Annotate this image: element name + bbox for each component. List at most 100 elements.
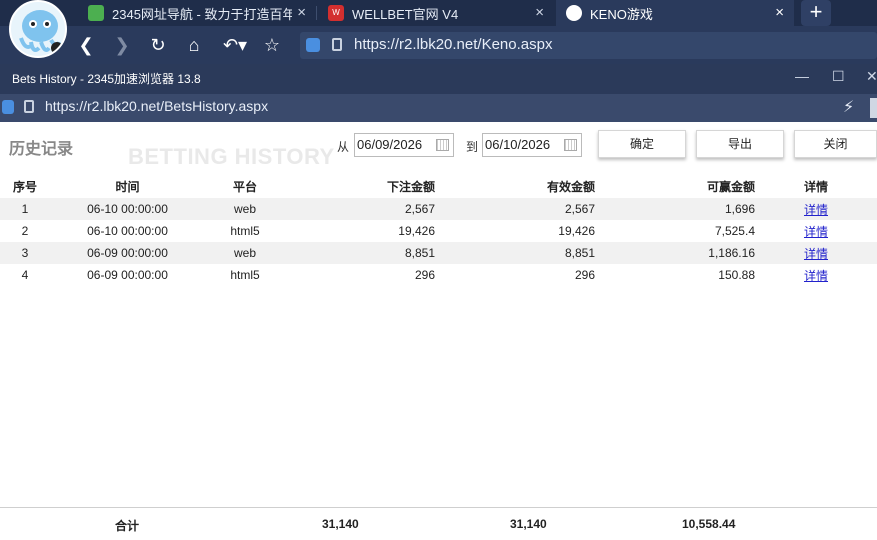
cell-bet-amount: 19,426 [398, 224, 435, 238]
totals-row: 合计 31,140 31,140 10,558.44 [0, 507, 877, 540]
shield-icon [2, 100, 14, 114]
mascot-avatar[interactable] [9, 0, 67, 58]
totals-label: 合计 [115, 519, 140, 533]
header-time: 时间 [115, 179, 140, 194]
tab-divider [316, 6, 317, 20]
header-watermark: BETTING HISTORY [128, 144, 335, 169]
details-link[interactable]: 详情 [804, 203, 828, 217]
calendar-icon[interactable] [436, 139, 449, 151]
cell-bet-amount: 2,567 [285, 198, 435, 220]
maximize-icon[interactable]: ☐ [832, 68, 845, 85]
cell-time: 06-10 00:00:00 [50, 198, 205, 220]
cell-bet-amount: 296 [414, 268, 435, 282]
tab-2345[interactable]: 2345网址导航 - 致力于打造百年 × [80, 0, 316, 26]
details-link[interactable]: 详情 [804, 247, 828, 261]
cell-platform: html5 [230, 268, 260, 282]
popup-address-bar[interactable]: https://r2.lbk20.net/BetsHistory.aspx ⚡ [0, 94, 877, 122]
cell-valid-amount: 8,851 [435, 242, 595, 264]
totals-valid-amount: 31,140 [510, 517, 547, 531]
lightning-icon[interactable]: ⚡ [843, 97, 854, 117]
cell-details: 详情 [755, 264, 877, 286]
close-icon[interactable]: × [535, 4, 544, 21]
export-button[interactable]: 导出 [696, 130, 784, 158]
to-date-value: 06/10/2026 [485, 137, 551, 152]
tab-title: 2345网址导航 - 致力于打造百年 [112, 6, 292, 22]
table-row: 3 06-09 00:00:00 web 8,851 8,851 1,186.1… [0, 242, 877, 264]
minimize-icon[interactable]: — [795, 68, 809, 84]
from-label: 从 [337, 140, 350, 154]
wellbet-icon: W [328, 5, 344, 21]
close-window-icon[interactable]: ✕ [866, 68, 877, 85]
close-icon[interactable]: × [297, 4, 306, 21]
address-bar[interactable]: https://r2.lbk20.net/Keno.aspx [300, 32, 877, 59]
cell-details: 详情 [755, 198, 877, 220]
cell-win-amount: 7,525.4 [714, 224, 755, 238]
totals-win-amount: 10,558.44 [682, 517, 736, 531]
confirm-button[interactable]: 确定 [598, 130, 686, 158]
cell-valid-amount: 19,426 [558, 224, 595, 238]
undo-icon[interactable]: ↶▾ [218, 34, 252, 56]
bets-table: 序号 时间 平台 下注金额 有效金额 可赢金额 详情 1 06-10 00:00… [0, 174, 877, 286]
cell-valid-amount: 2,567 [435, 198, 595, 220]
to-date-input[interactable]: 06/10/2026 [482, 133, 582, 157]
browser-toolbar: ❮ ❯ ↻ ⌂ ↶▾ ☆ https://r2.lbk20.net/Keno.a… [0, 26, 877, 64]
table-row: 1 06-10 00:00:00 web 2,567 2,567 1,696 详… [0, 198, 877, 220]
tab-wellbet[interactable]: W WELLBET官网 V4 × [318, 0, 554, 26]
cell-win-amount: 150.88 [718, 268, 755, 282]
favorites-icon[interactable]: ☆ [260, 34, 284, 56]
scroll-edge [870, 98, 877, 118]
tab-title: KENO游戏 [590, 6, 653, 22]
window-title: Bets History - 2345加速浏览器 13.8 [12, 72, 201, 86]
cell-details: 详情 [755, 242, 877, 264]
lock-icon [332, 38, 342, 51]
back-icon[interactable]: ❮ [74, 34, 98, 56]
cell-details: 详情 [755, 220, 877, 242]
to-label: 到 [466, 140, 479, 154]
details-link[interactable]: 详情 [804, 269, 828, 283]
cell-index: 3 [0, 242, 50, 264]
cell-win-amount: 1,186.16 [595, 242, 755, 264]
url-text: https://r2.lbk20.net/BetsHistory.aspx [45, 98, 269, 114]
cell-bet-amount: 8,851 [285, 242, 435, 264]
close-icon[interactable]: × [775, 4, 784, 21]
url-text: https://r2.lbk20.net/Keno.aspx [354, 36, 553, 53]
cell-platform: html5 [230, 224, 260, 238]
header-win-amount: 可赢金额 [706, 179, 755, 194]
table-header-row: 序号 时间 平台 下注金额 有效金额 可赢金额 详情 [0, 174, 877, 198]
cell-time: 06-09 00:00:00 [87, 268, 168, 282]
calendar-icon[interactable] [564, 139, 577, 151]
forward-icon[interactable]: ❯ [110, 34, 134, 56]
new-tab-button[interactable]: + [801, 0, 831, 26]
tab-bar: 2345网址导航 - 致力于打造百年 × W WELLBET官网 V4 × KE… [0, 0, 877, 26]
tab-title: WELLBET官网 V4 [352, 6, 459, 22]
header-bet-amount: 下注金额 [386, 179, 435, 194]
from-date-value: 06/09/2026 [357, 137, 423, 152]
from-date-input[interactable]: 06/09/2026 [354, 133, 454, 157]
cell-index: 2 [21, 224, 29, 238]
cell-win-amount: 1,696 [595, 198, 755, 220]
shield-icon [306, 38, 320, 52]
cell-platform: web [205, 198, 285, 220]
cell-time: 06-09 00:00:00 [50, 242, 205, 264]
cell-valid-amount: 296 [574, 268, 595, 282]
page-title: 历史记录 [9, 141, 74, 158]
cell-platform: web [205, 242, 285, 264]
close-button[interactable]: 关闭 [794, 130, 877, 158]
home-icon[interactable]: ⌂ [182, 34, 206, 56]
globe-icon [566, 5, 582, 21]
header-valid-amount: 有效金额 [546, 179, 595, 194]
cell-index: 4 [21, 268, 29, 282]
cell-index: 1 [0, 198, 50, 220]
table-row: 4 06-09 00:00:00 html5 296 296 150.88 详情 [0, 264, 877, 286]
header-details: 详情 [803, 179, 828, 194]
window-title-bar: Bets History - 2345加速浏览器 13.8 — ☐ ✕ [0, 64, 877, 94]
tab-keno[interactable]: KENO游戏 × [556, 0, 794, 26]
table-row: 2 06-10 00:00:00 html5 19,426 19,426 7,5… [0, 220, 877, 242]
details-link[interactable]: 详情 [804, 225, 828, 239]
header-index: 序号 [12, 179, 37, 194]
bets-history-page: BETTING HISTORY 历史记录 从 06/09/2026 到 06/1… [0, 122, 877, 540]
reload-icon[interactable]: ↻ [146, 34, 170, 56]
cell-time: 06-10 00:00:00 [87, 224, 168, 238]
header-platform: 平台 [232, 179, 257, 194]
house-icon [88, 5, 104, 21]
